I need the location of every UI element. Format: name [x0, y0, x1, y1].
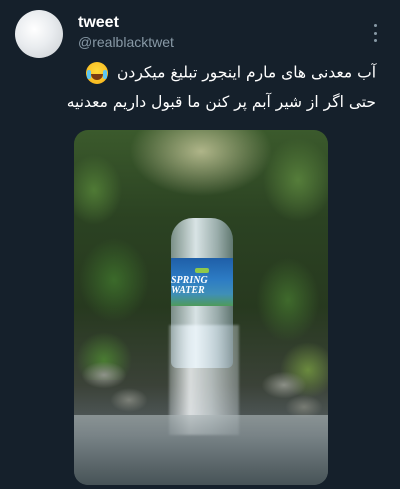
- more-options-icon[interactable]: [372, 24, 378, 42]
- pool: [74, 415, 328, 485]
- foliage-left: [74, 130, 164, 380]
- bottle-brand-text: SPRING WATER: [171, 275, 208, 296]
- tweet-text-part: آب معدنی های مارم اینجور تبلیغ میکردن: [117, 63, 376, 82]
- avatar[interactable]: [15, 10, 63, 58]
- tweet-card: tweet @realblacktwet آب معدنی های مارم ا…: [0, 0, 400, 489]
- tweet-text-line-2: حتی اگر از شیر آبم پر کنن ما قبول داریم …: [66, 93, 376, 111]
- tweet-text-line-1: آب معدنی های مارم اینجور تبلیغ میکردن: [82, 62, 376, 84]
- label-logo-icon: [195, 268, 209, 273]
- dot: [373, 39, 377, 42]
- bottle-label: SPRING WATER: [171, 258, 233, 306]
- dot: [373, 31, 377, 35]
- tweet-image[interactable]: SPRING WATER: [74, 130, 328, 485]
- dot: [373, 24, 377, 27]
- display-name[interactable]: tweet: [78, 14, 119, 32]
- user-handle[interactable]: @realblacktwet: [78, 34, 174, 50]
- laughing-crying-emoji-icon: [86, 62, 109, 84]
